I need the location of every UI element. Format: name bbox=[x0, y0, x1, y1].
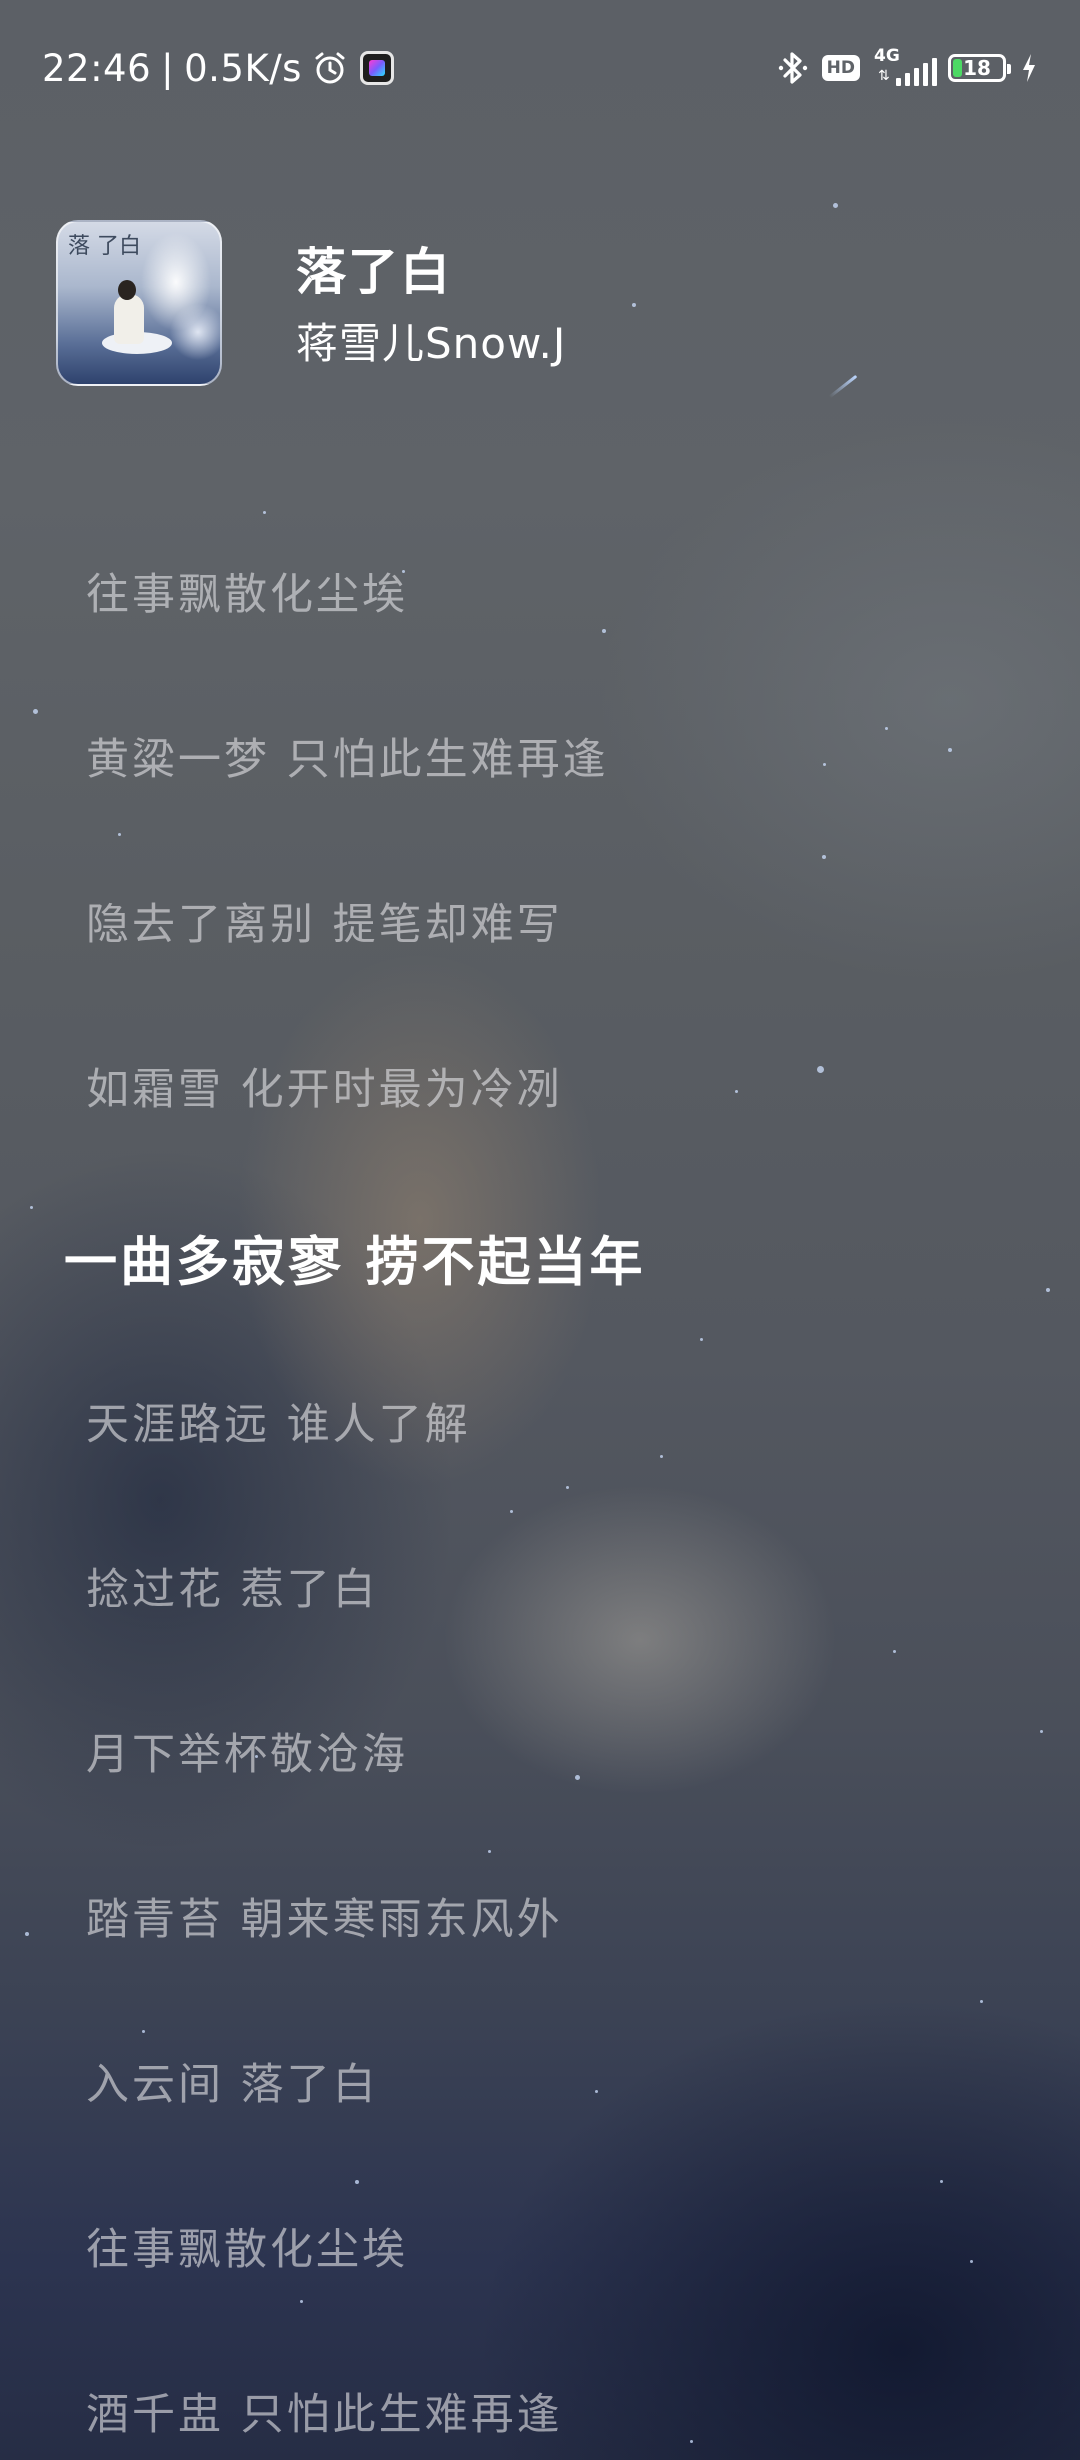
signal-bars bbox=[896, 58, 937, 86]
battery-level-fill bbox=[953, 59, 963, 77]
app-notification-icon bbox=[359, 51, 394, 85]
lyrics-list[interactable]: 往事飘散化尘埃 黄粱一梦 只怕此生难再逢 隐去了离别 提笔却难写 如霜雪 化开时最为冷… bbox=[0, 540, 1080, 2460]
lyric-line[interactable]: 捻过花 惹了白 bbox=[86, 1555, 379, 1617]
data-arrows-icon: ⇅ bbox=[878, 68, 890, 84]
status-left: 22:46 | 0.5K/s bbox=[42, 44, 394, 92]
cover-title: 落 了白 bbox=[68, 234, 141, 259]
status-time: 22:46 bbox=[42, 46, 152, 90]
hd-voice-badge: HD bbox=[821, 55, 860, 81]
lyric-line-current[interactable]: 一曲多寂寥 捞不起当年 bbox=[64, 1220, 645, 1296]
album-cover[interactable]: 落 了白 bbox=[56, 220, 222, 386]
battery-icon: 18 bbox=[948, 54, 1011, 82]
cover-figure-head bbox=[118, 280, 136, 300]
status-separator: | bbox=[161, 46, 175, 90]
lyric-line[interactable]: 入云间 落了白 bbox=[86, 2050, 379, 2112]
cover-figure-body bbox=[114, 294, 144, 344]
song-artist: 蒋雪儿Snow.J bbox=[296, 319, 567, 368]
lyric-line[interactable]: 黄粱一梦 只怕此生难再逢 bbox=[86, 725, 609, 787]
lyric-line[interactable]: 往事飘散化尘埃 bbox=[86, 2215, 408, 2277]
lyric-line[interactable]: 月下举杯敬沧海 bbox=[86, 1720, 408, 1782]
battery-level: 18 bbox=[963, 56, 991, 80]
song-title: 落了白 bbox=[296, 243, 452, 301]
charging-bolt-icon bbox=[1023, 54, 1035, 82]
star-decoration bbox=[263, 511, 266, 514]
song-header[interactable]: 落 了白 落了白 蒋雪儿Snow.J bbox=[56, 220, 1016, 386]
star-decoration bbox=[833, 203, 838, 208]
status-bar: 22:46 | 0.5K/s HD 4G ⇅ 18 bbox=[0, 0, 1080, 130]
lyric-line[interactable]: 踏青苔 朝来寒雨东风外 bbox=[86, 1885, 563, 1947]
alarm-clock-icon bbox=[315, 52, 345, 84]
lyric-line[interactable]: 隐去了离别 提笔却难写 bbox=[86, 890, 563, 952]
bluetooth-icon bbox=[778, 52, 807, 84]
lyric-line[interactable]: 如霜雪 化开时最为冷冽 bbox=[86, 1055, 563, 1117]
lyric-line[interactable]: 酒千盅 只怕此生难再逢 bbox=[86, 2380, 563, 2442]
cellular-signal-icon: 4G ⇅ bbox=[874, 46, 937, 88]
lyric-line[interactable]: 天涯路远 谁人了解 bbox=[86, 1390, 471, 1452]
status-right: HD 4G ⇅ 18 bbox=[778, 44, 1038, 92]
lyric-line[interactable]: 往事飘散化尘埃 bbox=[86, 560, 408, 622]
network-speed: 0.5K/s bbox=[184, 46, 302, 90]
